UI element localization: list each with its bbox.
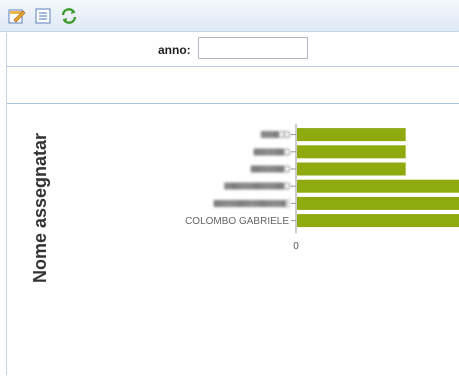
assignee-bar-chart: Nome assegnatar IIIIIIIIIIIIIIIIIICO IIII… — [0, 0, 459, 375]
bar — [297, 145, 406, 159]
category-label: IIIIIIIIIIIIIIIIIIIIIIIIIIIIIIIIIIIIIIII… — [223, 182, 291, 193]
bar — [297, 179, 459, 193]
bar — [297, 162, 406, 176]
category-label: IIIIIIIIIIIIIIIIIIIIIIIIIIIIIIIIIIIIIIII… — [213, 199, 291, 210]
category-label: IIIIIIIIIIIIIIIIIIIIIIIIIIIIIIIO — [253, 147, 291, 158]
bar — [297, 214, 459, 228]
bar — [297, 196, 459, 210]
category-label: IIIIIIIIIIIIIIIIIIIIIIIIIIIIIIIIIIO — [250, 165, 291, 176]
category-label: COLOMBO GABRIELE — [185, 216, 289, 227]
bar — [297, 128, 406, 142]
x-tick-label: 0 — [293, 241, 299, 252]
y-axis-label: Nome assegnatar — [30, 133, 50, 283]
category-label: IIIIIIIIIIIIIIIIIICO — [260, 130, 291, 141]
